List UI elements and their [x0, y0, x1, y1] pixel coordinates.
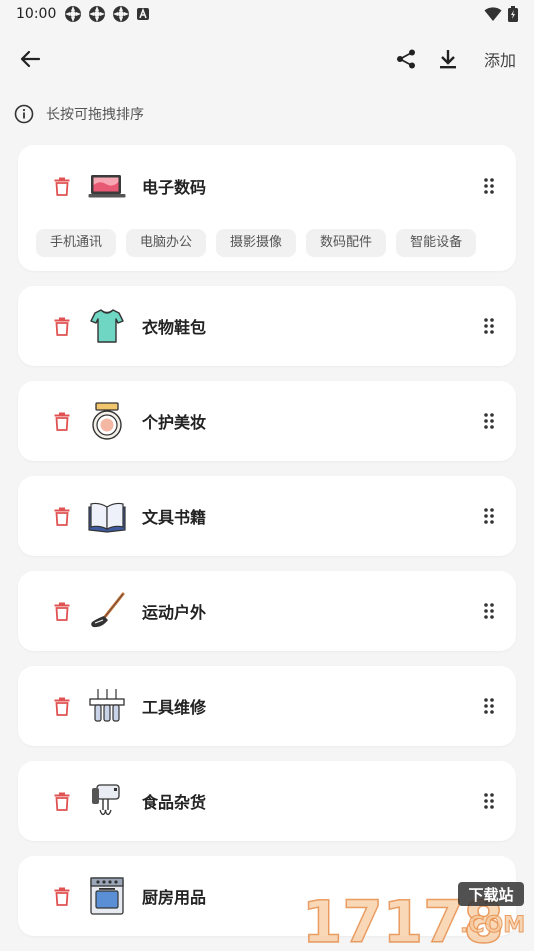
notification-app-icon	[89, 6, 106, 22]
drag-handle-icon[interactable]	[482, 602, 496, 620]
download-button[interactable]	[434, 45, 462, 73]
open-book-icon	[88, 502, 126, 533]
app-bar: 添加	[0, 36, 534, 82]
category-row: 电子数码	[18, 145, 516, 227]
drag-handle-icon[interactable]	[482, 697, 496, 715]
category-label: 厨房用品	[142, 888, 207, 907]
share-icon	[396, 49, 415, 69]
status-time: 10:00	[16, 6, 57, 22]
category-label: 食品杂货	[142, 793, 207, 812]
add-button[interactable]: 添加	[476, 47, 516, 71]
hint-text: 长按可拖拽排序	[46, 107, 144, 123]
trash-icon	[54, 602, 70, 621]
category-label: 运动户外	[142, 603, 207, 622]
category-card[interactable]: 食品杂货	[18, 761, 516, 841]
hand-mixer-icon	[92, 784, 120, 816]
watermark-tag: 下载站	[468, 886, 513, 904]
delete-button[interactable]	[52, 505, 72, 527]
drag-handle-icon[interactable]	[482, 317, 496, 335]
screwdriver-set-icon	[89, 689, 125, 722]
back-button[interactable]	[10, 39, 50, 79]
trash-icon	[54, 887, 70, 906]
tshirt-icon	[90, 309, 124, 343]
wifi-icon	[484, 7, 502, 21]
category-card[interactable]: 运动户外	[18, 571, 516, 651]
delete-button[interactable]	[52, 315, 72, 337]
delete-button[interactable]	[52, 790, 72, 812]
category-list: 电子数码 手机通讯 电脑办公 摄影摄像 数码配件 智能设备 衣物鞋包 个护美妆 …	[18, 145, 516, 951]
notification-icons	[64, 5, 150, 23]
watermark-domain: .COM	[460, 913, 525, 938]
subcategory-chip[interactable]: 数码配件	[306, 229, 387, 257]
category-card[interactable]: 个护美妆	[18, 381, 516, 461]
status-right	[484, 6, 518, 22]
category-label: 电子数码	[142, 178, 207, 197]
status-bar: 10:00	[0, 0, 534, 28]
category-label: 衣物鞋包	[142, 318, 207, 337]
category-row: 运动户外	[18, 571, 516, 651]
drag-handle-icon[interactable]	[482, 412, 496, 430]
category-card[interactable]: 工具维修	[18, 666, 516, 746]
status-left: 10:00	[16, 5, 150, 23]
laptop-icon	[88, 175, 126, 198]
category-label: 文具书籍	[142, 508, 207, 527]
category-row: 衣物鞋包	[18, 286, 516, 366]
subcategory-chips: 手机通讯 电脑办公 摄影摄像 数码配件 智能设备	[18, 227, 516, 271]
share-button[interactable]	[392, 45, 420, 73]
trash-icon	[54, 792, 70, 811]
drag-handle-icon[interactable]	[482, 507, 496, 525]
delete-button[interactable]	[52, 600, 72, 622]
info-icon	[14, 104, 34, 124]
site-watermark: 17178 下载站 .COM	[301, 882, 526, 950]
category-row: 文具书籍	[18, 476, 516, 556]
subcategory-chip[interactable]: 摄影摄像	[216, 229, 297, 257]
delete-button[interactable]	[52, 695, 72, 717]
download-icon	[439, 50, 456, 69]
category-label: 工具维修	[142, 698, 207, 717]
trash-icon	[54, 317, 70, 336]
category-row: 工具维修	[18, 666, 516, 746]
category-row: 食品杂货	[18, 761, 516, 841]
drag-hint: 长按可拖拽排序	[14, 102, 144, 126]
notification-app-icon	[65, 6, 82, 22]
oven-icon	[90, 877, 124, 915]
category-card[interactable]: 衣物鞋包	[18, 286, 516, 366]
battery-icon	[508, 6, 518, 22]
delete-button[interactable]	[52, 410, 72, 432]
drag-handle-icon[interactable]	[482, 792, 496, 810]
trash-icon	[54, 697, 70, 716]
app-actions: 添加	[392, 45, 524, 73]
trash-icon	[54, 412, 70, 431]
compact-powder-icon	[92, 402, 122, 440]
trash-icon	[54, 177, 70, 196]
category-label: 个护美妆	[142, 413, 207, 432]
delete-button[interactable]	[52, 175, 72, 197]
notification-a-icon	[137, 7, 150, 20]
category-row: 个护美妆	[18, 381, 516, 461]
trash-icon	[54, 507, 70, 526]
drag-handle-icon[interactable]	[482, 177, 496, 195]
category-card[interactable]: 电子数码 手机通讯 电脑办公 摄影摄像 数码配件 智能设备	[18, 145, 516, 271]
subcategory-chip[interactable]: 智能设备	[396, 229, 477, 257]
subcategory-chip[interactable]: 手机通讯	[36, 229, 117, 257]
subcategory-chip[interactable]: 电脑办公	[126, 229, 207, 257]
golf-club-icon	[91, 592, 125, 628]
notification-app-icon	[113, 6, 130, 22]
delete-button[interactable]	[52, 885, 72, 907]
arrow-left-icon	[20, 50, 41, 68]
category-card[interactable]: 文具书籍	[18, 476, 516, 556]
